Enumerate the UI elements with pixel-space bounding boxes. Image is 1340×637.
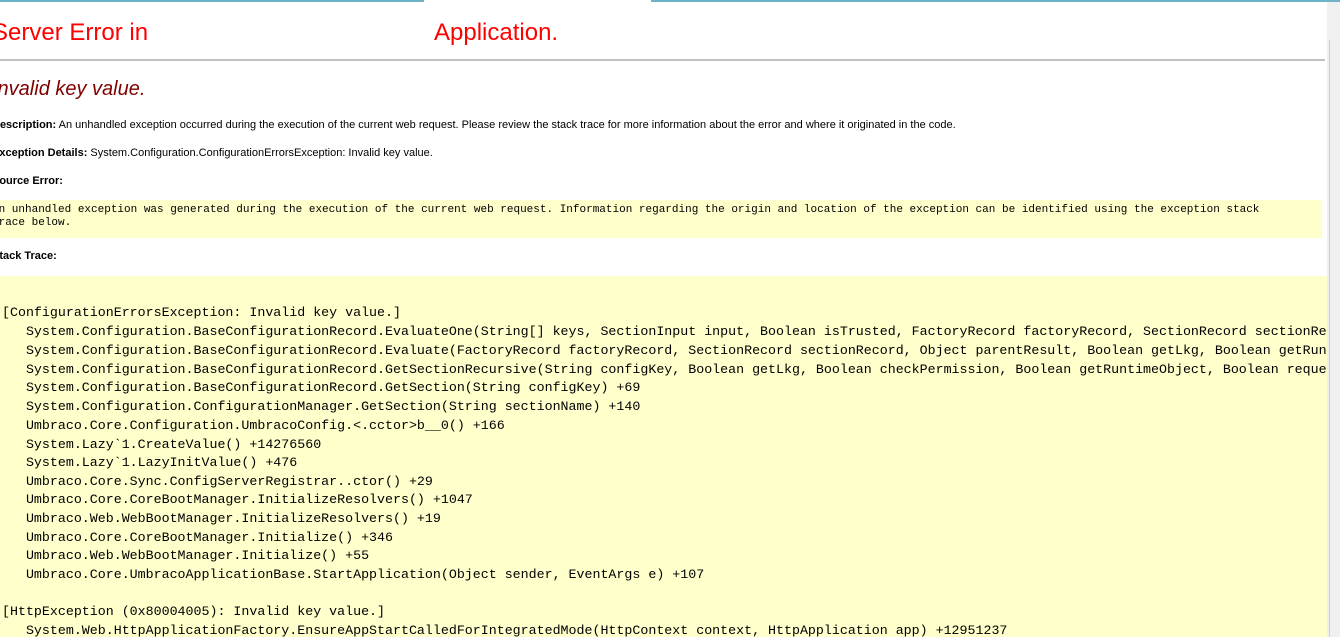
stack-trace-line: System.Lazy`1.CreateValue() +14276560 bbox=[2, 437, 322, 452]
error-title: Invalid key value. bbox=[0, 78, 146, 100]
stack-trace-box: [ConfigurationErrorsException: Invalid k… bbox=[0, 276, 1327, 637]
source-error-line: An unhandled exception was generated dur… bbox=[0, 204, 1260, 216]
stack-trace-line: System.Web.HttpApplicationFactory.Ensure… bbox=[2, 623, 1008, 637]
exception-details-label: Exception Details: bbox=[0, 147, 88, 159]
stack-trace-line: [ConfigurationErrorsException: Invalid k… bbox=[2, 305, 401, 320]
stack-trace-line: [HttpException (0x80004005): Invalid key… bbox=[2, 604, 386, 619]
stack-trace-line: System.Configuration.BaseConfigurationRe… bbox=[2, 380, 641, 395]
stack-trace-line: System.Configuration.BaseConfigurationRe… bbox=[2, 362, 1327, 377]
stack-trace-line: Umbraco.Core.CoreBootManager.InitializeR… bbox=[2, 492, 473, 507]
stack-trace-line: Umbraco.Core.Sync.ConfigServerRegistrar.… bbox=[2, 474, 433, 489]
page-heading-part2: Application. bbox=[434, 19, 559, 46]
stack-trace-line: Umbraco.Core.CoreBootManager.Initialize(… bbox=[2, 530, 393, 545]
stack-trace-line: System.Lazy`1.LazyInitValue() +476 bbox=[2, 455, 298, 470]
error-page: Server Error in Application. Invalid key… bbox=[0, 0, 1327, 637]
source-error-box: An unhandled exception was generated dur… bbox=[0, 200, 1322, 238]
description-text: An unhandled exception occurred during t… bbox=[58, 119, 956, 131]
stack-trace-line: System.Configuration.BaseConfigurationRe… bbox=[2, 343, 1327, 358]
stack-trace-line: Umbraco.Web.WebBootManager.Initialize() … bbox=[2, 548, 370, 563]
source-error-line: trace below. bbox=[0, 217, 72, 229]
stack-trace-line: System.Configuration.BaseConfigurationRe… bbox=[2, 324, 1327, 339]
description-line: Description: An unhandled exception occu… bbox=[0, 118, 956, 132]
exception-details-text: System.Configuration.ConfigurationErrors… bbox=[90, 147, 433, 159]
page-heading-part1: Server Error in bbox=[0, 19, 149, 46]
stack-trace-label: Stack Trace: bbox=[0, 250, 57, 262]
heading-divider bbox=[0, 59, 1325, 61]
stack-trace-line: System.Configuration.ConfigurationManage… bbox=[2, 399, 641, 414]
source-error-label: Source Error: bbox=[0, 175, 63, 187]
stack-trace-heading: Stack Trace: bbox=[0, 249, 57, 263]
stack-trace-line: Umbraco.Core.Configuration.UmbracoConfig… bbox=[2, 418, 505, 433]
source-error-heading: Source Error: bbox=[0, 174, 63, 188]
description-label: Description: bbox=[0, 119, 57, 131]
stack-trace-line: Umbraco.Core.UmbracoApplicationBase.Star… bbox=[2, 567, 705, 582]
vertical-scrollbar[interactable] bbox=[1327, 2, 1340, 637]
exception-details-line: Exception Details: System.Configuration.… bbox=[0, 146, 433, 160]
stack-trace-line: Umbraco.Web.WebBootManager.InitializeRes… bbox=[2, 511, 441, 526]
